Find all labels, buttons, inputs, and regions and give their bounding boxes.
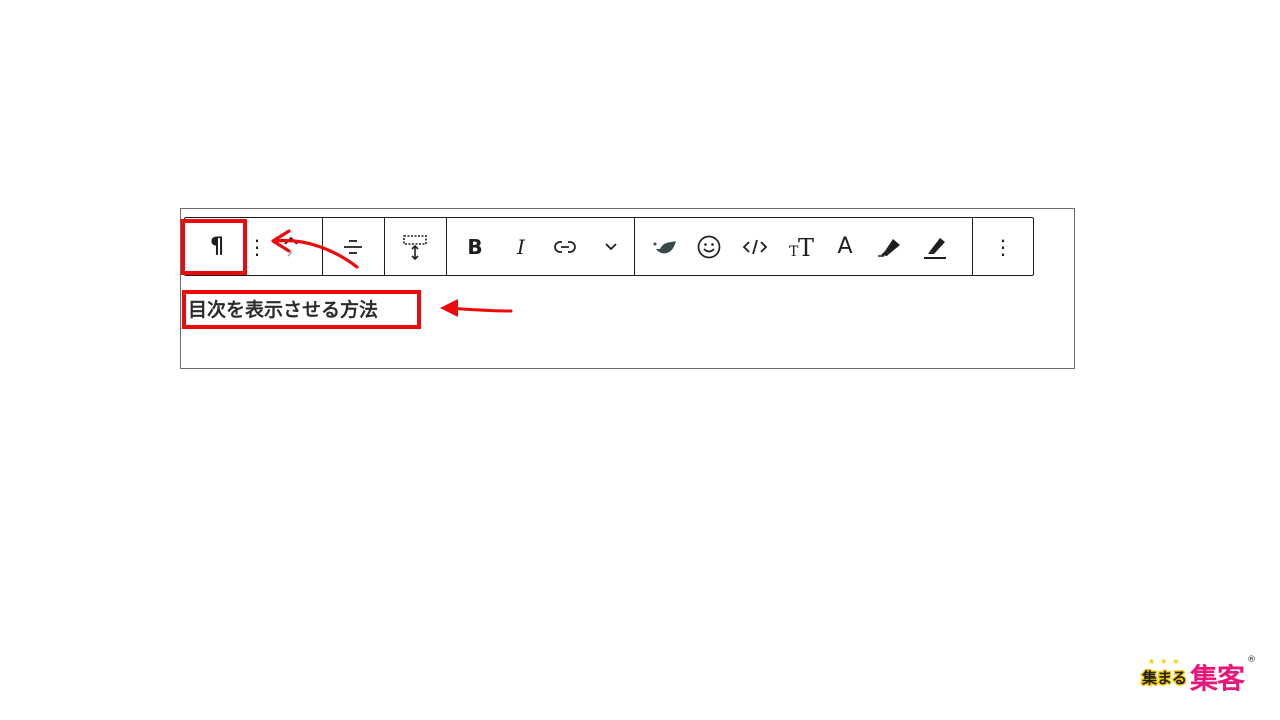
smiley-icon [697, 235, 721, 258]
logo-big-text: 集客 [1188, 661, 1246, 697]
registered-mark: ® [1247, 655, 1256, 665]
italic-button[interactable]: I [501, 218, 541, 275]
code-icon [742, 239, 768, 254]
block-toolbar: ¶ ⋮ B I T T A ⋮ [184, 217, 1034, 276]
emoji-button[interactable] [689, 218, 729, 275]
font-size-button[interactable]: T T [781, 218, 821, 275]
paragraph-icon: ¶ [210, 233, 224, 259]
bold-button[interactable]: B [455, 218, 495, 275]
toolbar-divider [634, 218, 635, 275]
marker-icon [878, 238, 900, 257]
italic-icon: I [517, 234, 525, 259]
svg-text:T: T [798, 235, 814, 259]
chevron-down-icon [605, 242, 617, 250]
text-color-button[interactable]: A [825, 218, 865, 275]
brand-logo: ★★★ 集まる 集客 ® [1140, 655, 1258, 697]
toc-button[interactable] [385, 218, 445, 275]
bold-icon: B [467, 234, 483, 259]
link-icon [554, 240, 576, 253]
block-options-button[interactable]: ⋮ [973, 218, 1033, 275]
toolbar-divider [446, 218, 447, 275]
drag-handle[interactable]: ⋮ [247, 218, 267, 275]
logo-stars: ★★★ [1148, 657, 1185, 666]
align-center-icon [344, 239, 362, 254]
heading-block-text[interactable]: 目次を表示させる方法 [188, 295, 378, 322]
text-color-icon: A [837, 233, 853, 259]
paragraph-block-button[interactable]: ¶ [185, 218, 249, 275]
leaf-icon [653, 240, 676, 253]
font-size-icon: T T [789, 235, 814, 259]
drag-handle-icon: ⋮ [247, 234, 267, 259]
highlighter-pen-icon [924, 237, 946, 259]
plugin-button[interactable] [645, 218, 685, 275]
chevron-up-icon [284, 236, 298, 257]
highlighter-button[interactable] [913, 218, 957, 275]
move-block-button[interactable] [273, 218, 309, 275]
more-formatting-button[interactable] [591, 218, 631, 275]
more-vertical-icon: ⋮ [993, 234, 1013, 259]
toc-icon [403, 234, 427, 260]
logo-small-text: 集まる [1141, 668, 1189, 689]
highlight-marker-button[interactable] [869, 218, 909, 275]
inline-code-button[interactable] [733, 218, 777, 275]
link-button[interactable] [545, 218, 585, 275]
align-button[interactable] [323, 218, 383, 275]
